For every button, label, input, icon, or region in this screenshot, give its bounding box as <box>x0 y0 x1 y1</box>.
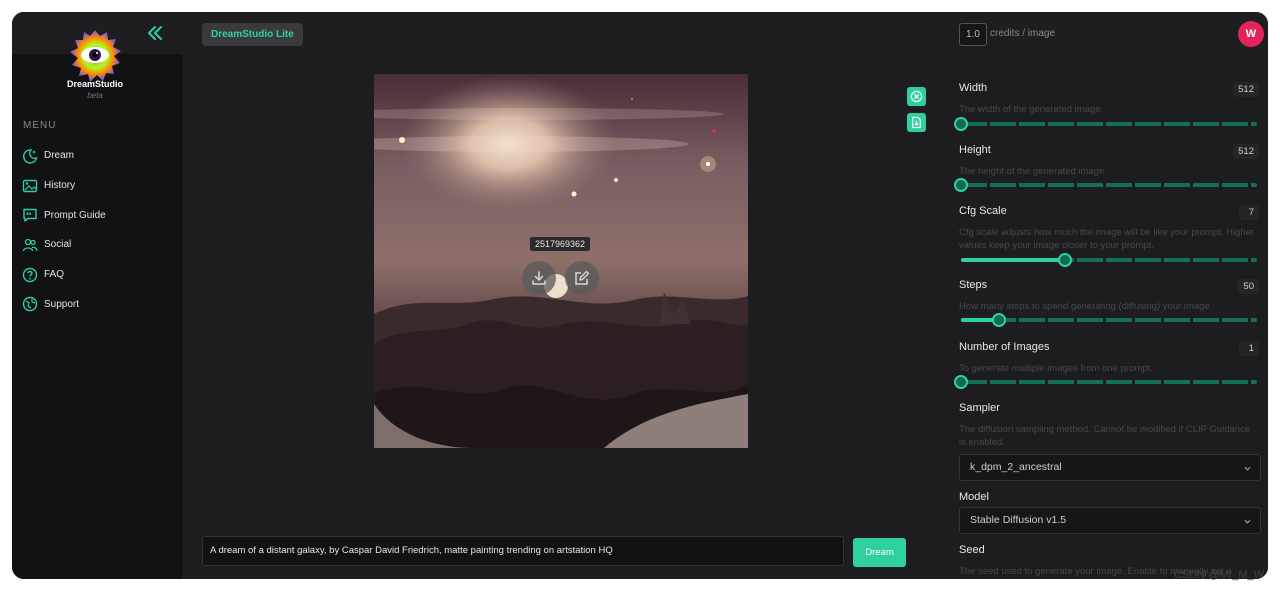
credits-value: 1.0 <box>959 23 987 46</box>
support-globe-icon <box>22 297 38 312</box>
sampler-label: Sampler <box>959 402 1000 414</box>
menu-title: MENU <box>23 120 57 131</box>
dream-button[interactable]: Dream <box>853 538 906 567</box>
sampler-selected-value: k_dpm_2_ancestral <box>970 461 1062 473</box>
watermark-text: CSDN @Mr_M_W <box>1174 569 1264 581</box>
steps-value[interactable]: 50 <box>1238 279 1259 294</box>
image-seed-label: 2517969362 <box>530 237 591 251</box>
sidebar-item-label: Support <box>44 298 80 310</box>
clear-button[interactable] <box>907 87 926 106</box>
top-header: DreamStudio Lite 1.0 credits / image W <box>182 12 1268 54</box>
num-images-label: Number of Images <box>959 341 1050 353</box>
steps-slider[interactable] <box>961 313 1257 327</box>
steps-description: How many steps to spend generating (diff… <box>959 301 1213 312</box>
image-gallery-icon <box>22 179 38 192</box>
download-icon <box>532 271 546 285</box>
collapse-sidebar-icon[interactable] <box>146 24 164 42</box>
app-window: DreamStudio beta MENU Dream History Prom… <box>12 12 1268 579</box>
cfg-scale-slider[interactable] <box>961 253 1257 267</box>
steps-label: Steps <box>959 279 988 291</box>
sidebar-item-label: FAQ <box>44 269 65 281</box>
edit-image-button[interactable] <box>565 261 599 295</box>
file-download-icon <box>912 116 921 129</box>
logo-beta-label: beta <box>87 91 103 100</box>
cfg-scale-slider-thumb[interactable] <box>1057 253 1072 267</box>
sidebar-item-history[interactable]: History <box>22 171 172 201</box>
prompt-input[interactable]: A dream of a distant galaxy, by Caspar D… <box>202 536 844 566</box>
seed-label: Seed <box>959 544 985 556</box>
sampler-description: The diffusion sampling method. Cannot be… <box>959 424 1251 448</box>
num-images-value[interactable]: 1 <box>1239 341 1259 356</box>
model-select[interactable]: Stable Diffusion v1.5 <box>959 507 1261 534</box>
num-images-slider[interactable] <box>954 375 1257 389</box>
avatar[interactable]: W <box>1238 21 1264 47</box>
sidebar-item-label: History <box>44 180 76 192</box>
sidebar-item-support[interactable]: Support <box>22 289 172 319</box>
width-slider[interactable] <box>954 117 1257 131</box>
steps-slider-thumb[interactable] <box>992 313 1007 327</box>
logo-text: DreamStudio <box>66 79 123 89</box>
sidebar-nav: Dream History Prompt Guide Social FAQ Su… <box>22 141 172 319</box>
width-slider-thumb[interactable] <box>954 117 968 131</box>
height-label: Height <box>959 144 991 156</box>
width-description: The width of the generated image. <box>959 104 1104 115</box>
chevron-down-icon <box>1244 519 1251 524</box>
sidebar-item-dream[interactable]: Dream <box>22 141 172 171</box>
cfg-scale-value[interactable]: 7 <box>1239 205 1259 220</box>
width-value[interactable]: 512 <box>1233 82 1259 97</box>
people-icon <box>22 238 38 252</box>
moon-sparkle-icon <box>23 149 38 164</box>
sidebar-item-label: Dream <box>44 150 75 162</box>
close-circle-icon <box>910 90 923 103</box>
sidebar: DreamStudio beta MENU Dream History Prom… <box>12 12 182 579</box>
credits-label: credits / image <box>990 28 1056 39</box>
download-image-button[interactable] <box>522 261 556 295</box>
width-label: Width <box>959 82 988 94</box>
question-circle-icon <box>22 267 38 282</box>
cfg-scale-label: Cfg Scale <box>959 205 1007 217</box>
height-slider[interactable] <box>954 178 1257 192</box>
generated-image[interactable] <box>374 74 748 448</box>
num-images-slider-thumb[interactable] <box>954 375 968 389</box>
height-value[interactable]: 512 <box>1233 144 1259 159</box>
cfg-scale-description: Cfg scale adjusts how much the image wil… <box>959 227 1255 251</box>
main-canvas: 2517969362 A dream of a distant galaxy, … <box>182 54 939 579</box>
sidebar-item-prompt-guide[interactable]: Prompt Guide <box>22 200 172 230</box>
height-description: The height of the generated image. <box>959 166 1107 177</box>
sidebar-item-label: Social <box>44 239 72 251</box>
sampler-select[interactable]: k_dpm_2_ancestral <box>959 454 1261 481</box>
download-all-button[interactable] <box>907 113 926 132</box>
sidebar-item-faq[interactable]: FAQ <box>22 260 172 290</box>
height-slider-thumb[interactable] <box>954 178 968 192</box>
chevron-down-icon <box>1244 466 1251 471</box>
edit-icon <box>575 270 590 285</box>
quote-bubble-icon <box>23 209 37 222</box>
model-selected-value: Stable Diffusion v1.5 <box>970 514 1067 526</box>
sidebar-item-label: Prompt Guide <box>44 209 106 221</box>
model-label: Model <box>959 491 989 503</box>
sidebar-item-social[interactable]: Social <box>22 230 172 260</box>
dreamstudio-logo-icon <box>68 28 122 84</box>
galaxy-painting <box>374 74 748 448</box>
app-brand-tag[interactable]: DreamStudio Lite <box>202 23 303 46</box>
settings-panel: Width 512 The width of the generated ima… <box>939 54 1268 579</box>
num-images-description: To generate multiple images from one pro… <box>959 363 1153 374</box>
